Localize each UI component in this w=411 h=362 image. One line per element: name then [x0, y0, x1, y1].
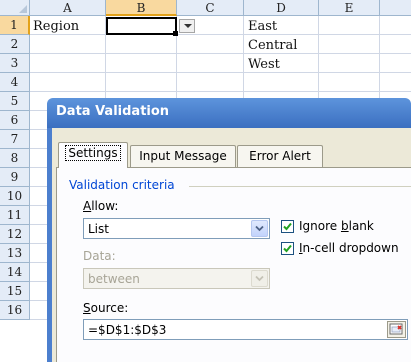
gridline [30, 53, 411, 54]
column-header-a[interactable]: A [30, 0, 106, 16]
cell-a1[interactable]: Region [33, 19, 79, 34]
chevron-down-icon[interactable] [251, 220, 268, 237]
row-header-11[interactable]: 11 [0, 206, 30, 225]
dialog-title: Data Validation [56, 104, 170, 119]
gridline [30, 34, 411, 35]
validation-criteria-label: Validation criteria [69, 178, 175, 192]
data-select-value: between [88, 272, 140, 286]
row-header-6[interactable]: 6 [0, 111, 30, 130]
row-header-7[interactable]: 7 [0, 130, 30, 149]
tab-error-alert[interactable]: Error Alert [237, 145, 323, 167]
in-cell-dropdown-checkbox[interactable] [281, 242, 294, 255]
active-cell-b1[interactable] [106, 17, 177, 35]
row-header-1[interactable]: 1 [0, 16, 30, 35]
chevron-down-icon [184, 24, 192, 28]
column-header-c[interactable]: C [177, 0, 244, 16]
cell-dropdown-button[interactable] [179, 19, 195, 33]
row-header-3[interactable]: 3 [0, 54, 30, 73]
chevron-down-icon [251, 270, 268, 287]
allow-select[interactable]: List [83, 218, 270, 239]
row-header-15[interactable]: 15 [0, 282, 30, 301]
data-label: Data: [83, 249, 116, 263]
column-header-next[interactable] [380, 0, 411, 16]
row-header-8[interactable]: 8 [0, 149, 30, 168]
source-input-value: =$D$1:$D$3 [88, 323, 167, 337]
source-input[interactable]: =$D$1:$D$3 [83, 319, 408, 340]
tab-settings-label: Settings [65, 145, 121, 161]
data-select: between [83, 268, 270, 289]
cell-d3[interactable]: West [248, 57, 280, 72]
tab-input-message[interactable]: Input Message [130, 145, 236, 167]
row-header-14[interactable]: 14 [0, 263, 30, 282]
gridline [30, 91, 411, 92]
row-header-9[interactable]: 9 [0, 168, 30, 187]
row-header-16[interactable]: 16 [0, 301, 30, 320]
fill-handle[interactable] [173, 31, 178, 36]
cell-d2[interactable]: Central [248, 38, 297, 53]
row-header-13[interactable]: 13 [0, 244, 30, 263]
group-divider [189, 186, 411, 187]
select-all-triangle-icon [19, 5, 27, 13]
source-label: Source: [83, 301, 129, 315]
select-all-corner[interactable] [0, 0, 30, 16]
data-validation-dialog: Data Validation Settings Input Message E… [47, 98, 411, 362]
row-header-4[interactable]: 4 [0, 73, 30, 92]
column-header-d[interactable]: D [244, 0, 319, 16]
gridline [30, 72, 411, 73]
row-header-5[interactable]: 5 [0, 92, 30, 111]
column-header-e[interactable]: E [319, 0, 380, 16]
row-header-2[interactable]: 2 [0, 35, 30, 54]
settings-panel: Validation criteria Allow: List Ignore b… [56, 167, 411, 362]
range-selector-icon[interactable] [387, 321, 406, 338]
row-header-12[interactable]: 12 [0, 225, 30, 244]
allow-label: Allow: [83, 199, 119, 213]
dialog-title-bar[interactable]: Data Validation [47, 98, 411, 128]
ignore-blank-checkbox[interactable] [281, 220, 294, 233]
column-header-b[interactable]: B [106, 0, 177, 16]
ignore-blank-label[interactable]: Ignore blank [299, 219, 374, 233]
allow-select-value: List [88, 222, 109, 236]
tab-settings[interactable]: Settings [58, 142, 128, 168]
row-header-10[interactable]: 10 [0, 187, 30, 206]
cell-d1[interactable]: East [248, 19, 277, 34]
in-cell-dropdown-label[interactable]: In-cell dropdown [299, 241, 399, 255]
